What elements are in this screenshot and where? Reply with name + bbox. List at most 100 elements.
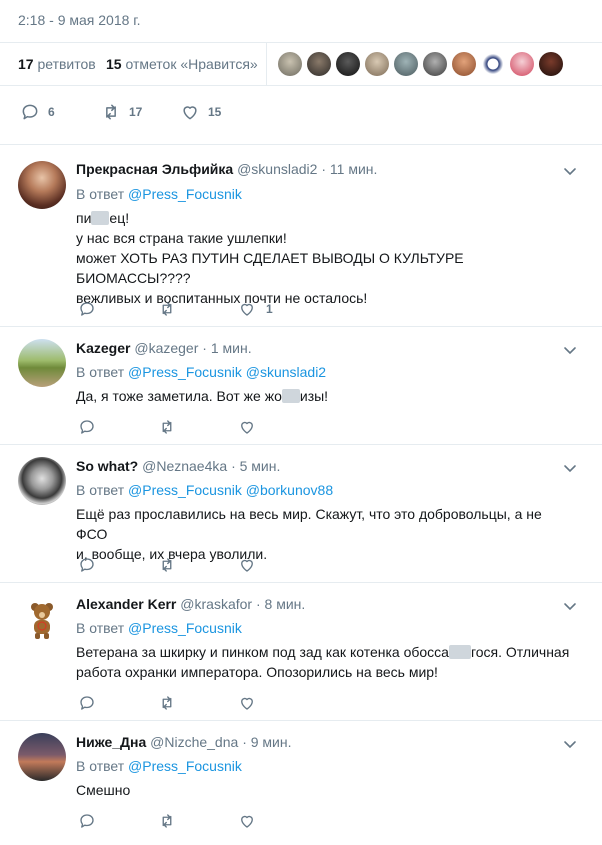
reply-button[interactable] [78,300,96,318]
liker-avatar[interactable] [452,52,476,76]
avatar[interactable] [18,457,66,505]
reply-mention-link[interactable]: @borkunov88 [246,482,333,498]
reply-icon [80,814,94,828]
liker-avatar[interactable] [539,52,563,76]
reply-tweet[interactable]: So what? @Neznae4ka · 5 мин. В ответ @Pr… [0,444,602,582]
separator-dot: · [231,458,236,474]
author-name[interactable]: Прекрасная Эльфийка [76,161,233,177]
reply-mention-link[interactable]: @Press_Focusnik [128,482,242,498]
retweets-count: 17 [18,56,34,72]
tweet-text: Ещё раз прославились на весь мир. Скажут… [76,504,576,564]
reply-context: В ответ @Press_Focusnik @borkunov88 [76,482,333,498]
separator-dot: · [255,596,261,612]
author-handle[interactable]: @Nizche_dna [150,734,238,750]
tweet-time[interactable]: 11 мин. [330,161,378,177]
reply-button[interactable] [78,418,96,436]
chevron-down-icon[interactable] [562,342,578,358]
chevron-down-icon[interactable] [562,460,578,476]
chevron-down-icon[interactable] [562,163,578,179]
like-button[interactable]: 1 [238,300,273,318]
reply-icon [80,558,94,572]
tweet-time[interactable]: 1 мин. [211,340,252,356]
author-handle[interactable]: @kraskafor [180,596,252,612]
reply-button[interactable]: 6 [20,102,55,122]
tweet-time[interactable]: 9 мин. [251,734,292,750]
author-handle[interactable]: @kazeger [134,340,198,356]
tweet-actions [76,694,476,714]
tweet-actions: 1 [76,300,476,320]
retweets-stat[interactable]: 17 ретвитов [18,56,96,72]
reply-mention-link[interactable]: @Press_Focusnik [128,364,242,380]
liker-avatar[interactable] [278,52,302,76]
likes-stat[interactable]: 15 отметок «Нравится» [106,56,258,72]
liker-avatar[interactable] [336,52,360,76]
heart-icon [241,815,253,828]
like-button[interactable]: 15 [180,102,221,122]
like-button[interactable] [238,556,256,574]
avatar[interactable] [18,161,66,209]
reply-icon [80,302,94,316]
tweet-time[interactable]: 5 мин. [240,458,281,474]
reply-mention-link[interactable]: @Press_Focusnik [128,620,242,636]
chevron-down-icon[interactable] [562,598,578,614]
reply-mention-link[interactable]: @Press_Focusnik [128,758,242,774]
tweet-time[interactable]: 8 мин. [265,596,306,612]
text-line: у нас вся страна такие ушлепки! [76,230,287,246]
text-fragment: гося. Отличная [470,644,570,660]
liker-avatar[interactable] [365,52,389,76]
retweet-button[interactable] [158,418,176,436]
author-name[interactable]: Ниже_Дна [76,734,146,750]
chevron-down-icon[interactable] [562,736,578,752]
likes-count: 15 [106,56,122,72]
reply-mention-link[interactable]: @Press_Focusnik [128,186,242,202]
author-handle[interactable]: @skunsladi2 [237,161,317,177]
author-name[interactable]: Alexander Kerr [76,596,176,612]
author-name[interactable]: Kazeger [76,340,130,356]
liker-avatar[interactable] [394,52,418,76]
avatar[interactable] [18,339,66,387]
text-fragment: изы! [299,388,329,404]
reply-mention-link[interactable]: @skunsladi2 [246,364,326,380]
text-line: может ХОТЬ РАЗ ПУТИН СДЕЛАЕТ ВЫВОДЫ О КУ… [76,250,464,286]
liker-avatar[interactable] [307,52,331,76]
liker-avatar[interactable] [481,52,505,76]
reply-tweet[interactable]: Kazeger @kazeger · 1 мин. В ответ @Press… [0,326,602,444]
reply-prefix: В ответ [76,758,125,774]
author-handle[interactable]: @Neznae4ka [142,458,227,474]
tweet-text: пи ец! у нас вся страна такие ушлепки! мо… [76,208,576,308]
like-button[interactable] [238,812,256,830]
reply-tweet[interactable]: Alexander Kerr @kraskafor · 8 мин. В отв… [0,582,602,720]
retweet-count: 17 [129,105,143,119]
reply-button[interactable] [78,556,96,574]
likes-label: отметок «Нравится» [125,56,258,72]
retweet-button[interactable] [158,556,176,574]
reply-prefix: В ответ [76,186,125,202]
avatar[interactable] [18,733,66,781]
heart-icon [241,697,253,710]
retweet-button[interactable] [158,694,176,712]
reply-button[interactable] [78,694,96,712]
reply-tweet[interactable]: Ниже_Дна @Nizche_dna · 9 мин. В ответ @P… [0,720,602,845]
reply-tweet[interactable]: Прекрасная Эльфийка @skunsladi2 · 11 мин… [0,144,602,326]
censored-blur [448,645,471,659]
like-button[interactable] [238,418,256,436]
text-fragment: Да, я тоже заметила. Вот же жо [76,388,282,404]
tweet-actions [76,556,476,576]
censored-blur [91,211,110,225]
retweet-button[interactable] [158,300,176,318]
separator-dot: · [242,734,247,750]
avatar[interactable] [18,595,66,643]
retweet-button[interactable]: 17 [101,102,142,122]
author-name[interactable]: So what? [76,458,138,474]
like-count: 15 [208,105,222,119]
liker-avatar[interactable] [510,52,534,76]
like-button[interactable] [238,694,256,712]
reply-context: В ответ @Press_Focusnik [76,620,242,636]
retweet-button[interactable] [158,812,176,830]
reply-context: В ответ @Press_Focusnik @skunsladi2 [76,364,326,380]
retweet-icon [162,420,172,434]
liker-avatars [278,52,563,78]
reply-button[interactable] [78,812,96,830]
reply-context: В ответ @Press_Focusnik [76,758,242,774]
liker-avatar[interactable] [423,52,447,76]
